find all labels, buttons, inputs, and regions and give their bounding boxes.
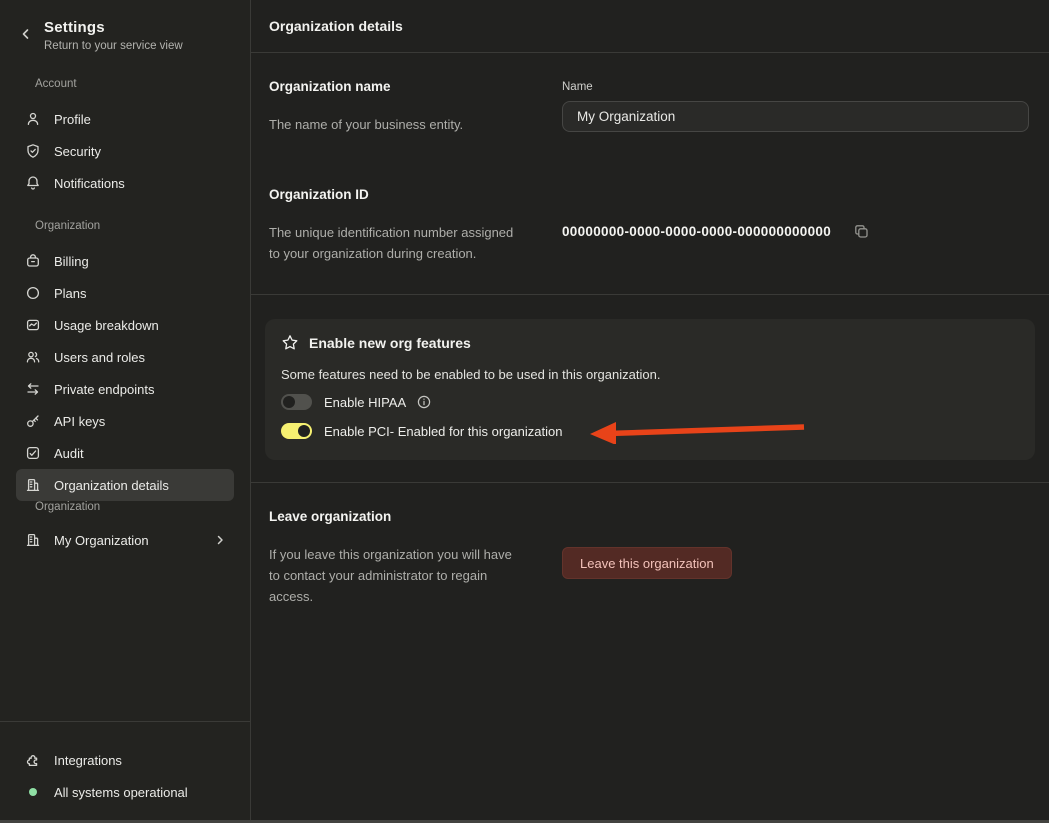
organization-nav: Billing Plans Usage breakdown Users and …	[0, 245, 250, 501]
account-nav: Profile Security Notifications	[0, 103, 250, 199]
shield-icon	[25, 143, 41, 159]
info-icon[interactable]	[416, 394, 432, 410]
status-dot-icon	[29, 788, 37, 796]
sidebar-item-label: Notifications	[54, 175, 125, 191]
sidebar-footer: Integrations All systems operational	[0, 721, 250, 808]
features-description: Some features need to be enabled to be u…	[281, 367, 661, 382]
sidebar-item-profile[interactable]: Profile	[16, 103, 234, 135]
chevron-right-icon	[215, 535, 225, 545]
org-switcher-section: Organization My Organization	[0, 501, 250, 556]
sidebar-item-security[interactable]: Security	[16, 135, 234, 167]
org-name-title: Organization name	[269, 79, 391, 94]
sidebar-item-label: Audit	[54, 445, 84, 461]
sidebar-item-notifications[interactable]: Notifications	[16, 167, 234, 199]
leave-org-title: Leave organization	[269, 509, 392, 524]
usage-chart-icon	[25, 317, 41, 333]
puzzle-icon	[25, 752, 41, 768]
section-label-account: Account	[35, 78, 77, 90]
sidebar-item-private-endpoints[interactable]: Private endpoints	[16, 373, 234, 405]
user-icon	[25, 111, 41, 127]
divider	[251, 294, 1049, 295]
org-name-input[interactable]	[562, 101, 1029, 132]
billing-icon	[25, 253, 41, 269]
sidebar-item-label: Private endpoints	[54, 381, 155, 397]
sidebar-header: Settings Return to your service view	[0, 0, 250, 52]
sidebar-item-label: Organization details	[54, 477, 169, 493]
building-icon	[25, 532, 41, 548]
status-label: All systems operational	[54, 784, 188, 800]
sidebar-item-label: Billing	[54, 253, 89, 269]
org-id-value: 00000000-0000-0000-0000-000000000000	[562, 224, 832, 239]
org-features-card: Enable new org features Some features ne…	[265, 319, 1035, 460]
main-content: Organization details Organization name T…	[251, 0, 1049, 823]
system-status[interactable]: All systems operational	[16, 776, 234, 808]
chevron-left-icon[interactable]	[20, 28, 32, 52]
hipaa-toggle[interactable]	[281, 394, 312, 410]
hipaa-toggle-label: Enable HIPAA	[324, 394, 407, 410]
sidebar-item-label: Plans	[54, 285, 87, 301]
integrations-label: Integrations	[54, 752, 122, 768]
pci-toggle-row: Enable PCI- Enabled for this organizatio…	[281, 418, 1019, 444]
leave-org-button[interactable]: Leave this organization	[562, 547, 732, 579]
users-icon	[25, 349, 41, 365]
settings-subtitle[interactable]: Return to your service view	[44, 40, 183, 52]
org-id-description: The unique identification number assigne…	[269, 225, 514, 261]
swap-arrows-icon	[25, 381, 41, 397]
org-switcher-value: My Organization	[54, 532, 149, 548]
building-icon	[25, 477, 41, 493]
audit-icon	[25, 445, 41, 461]
pci-toggle[interactable]	[281, 423, 312, 439]
org-name-description: The name of your business entity.	[269, 117, 464, 132]
sidebar-item-label: Usage breakdown	[54, 317, 159, 333]
org-name-section: Organization name The name of your busin…	[269, 79, 1029, 135]
integrations-link[interactable]: Integrations	[16, 744, 234, 776]
sidebar-item-label: API keys	[54, 413, 106, 429]
leave-org-description: If you leave this organization you will …	[269, 547, 512, 604]
pci-toggle-label: Enable PCI- Enabled for this organizatio…	[324, 423, 563, 439]
sidebar-item-api-keys[interactable]: API keys	[16, 405, 234, 437]
org-switcher-label: Organization	[35, 501, 101, 513]
annotation-arrow-icon	[588, 418, 808, 444]
bell-icon	[25, 175, 41, 191]
section-label-organization: Organization	[35, 220, 101, 232]
sidebar-item-billing[interactable]: Billing	[16, 245, 234, 277]
sidebar-item-users-and-roles[interactable]: Users and roles	[16, 341, 234, 373]
name-field-label: Name	[562, 81, 593, 93]
divider	[251, 482, 1049, 483]
page-title: Organization details	[251, 0, 1049, 53]
sidebar-item-plans[interactable]: Plans	[16, 277, 234, 309]
key-icon	[25, 413, 41, 429]
sidebar-item-label: Users and roles	[54, 349, 146, 365]
features-title: Enable new org features	[309, 335, 471, 351]
circle-icon	[25, 285, 41, 301]
sidebar-item-usage-breakdown[interactable]: Usage breakdown	[16, 309, 234, 341]
sidebar-item-audit[interactable]: Audit	[16, 437, 234, 469]
org-id-section: Organization ID The unique identificatio…	[269, 187, 1029, 264]
sidebar: Settings Return to your service view Acc…	[0, 0, 251, 823]
settings-title: Settings	[44, 19, 105, 36]
leave-org-section: Leave organization If you leave this org…	[269, 509, 1029, 607]
hipaa-toggle-row: Enable HIPAA	[281, 390, 1019, 414]
copy-icon[interactable]	[853, 223, 870, 240]
sidebar-item-label: Security	[54, 143, 101, 159]
org-id-title: Organization ID	[269, 187, 369, 202]
org-switcher[interactable]: My Organization	[16, 524, 234, 556]
sidebar-item-organization-details[interactable]: Organization details	[16, 469, 234, 501]
star-icon	[281, 334, 299, 352]
sidebar-item-label: Profile	[54, 111, 91, 127]
